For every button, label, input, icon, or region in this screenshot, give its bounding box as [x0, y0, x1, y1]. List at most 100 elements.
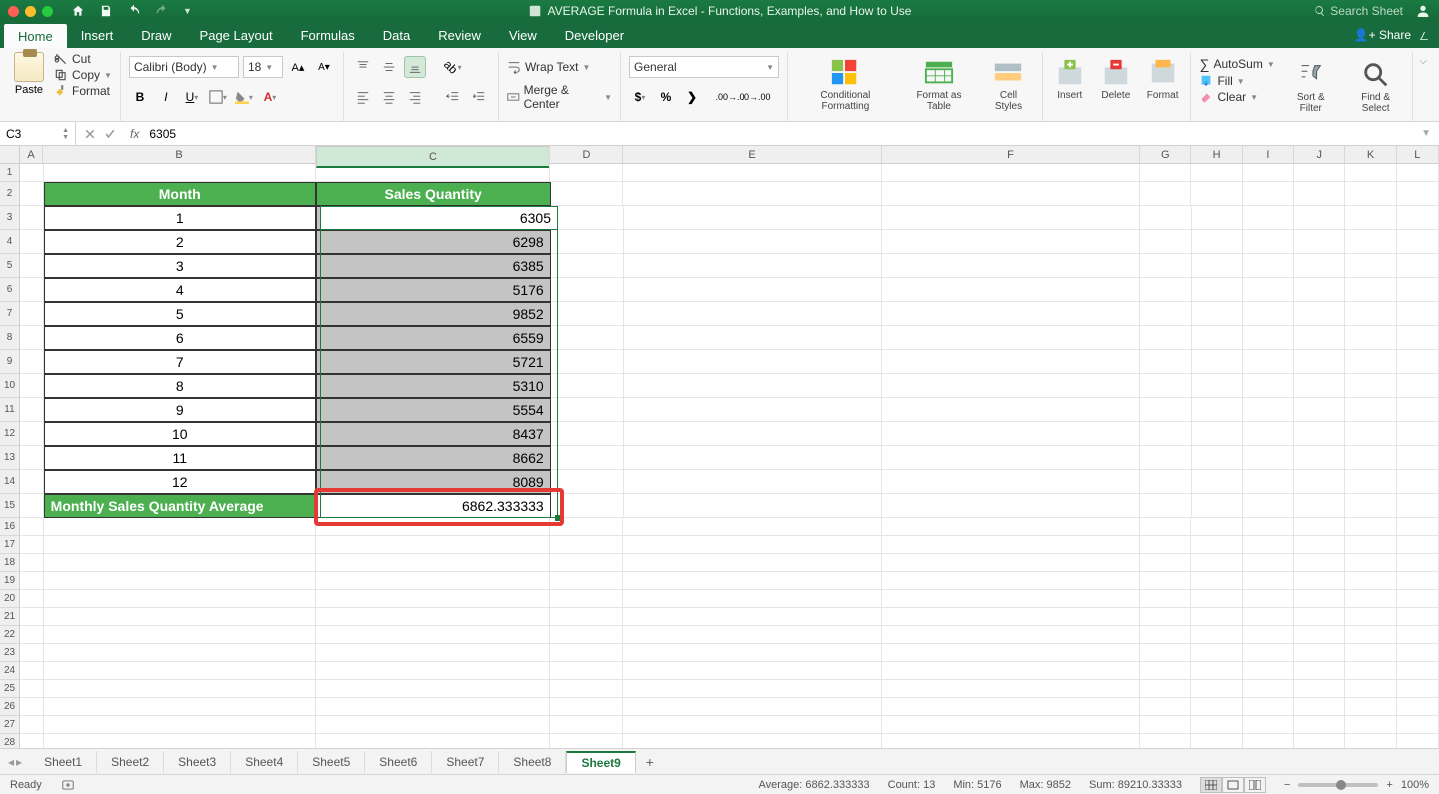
- name-box[interactable]: C3▲▼: [0, 122, 76, 145]
- redo-icon[interactable]: [155, 4, 169, 18]
- formula-input[interactable]: 6305: [145, 127, 176, 141]
- number-format-select[interactable]: General▼: [629, 56, 779, 78]
- merge-center-button[interactable]: Merge & Center ▼: [507, 83, 612, 111]
- home-icon[interactable]: [71, 4, 85, 18]
- find-select-button[interactable]: Find & Select: [1347, 52, 1405, 121]
- share-button[interactable]: 👤+ Share: [1354, 28, 1411, 42]
- font-size-select[interactable]: 18▼: [243, 56, 283, 78]
- normal-view-icon[interactable]: [1200, 777, 1222, 793]
- cell-month-9[interactable]: 9: [44, 398, 316, 422]
- row-header-3[interactable]: 3: [0, 206, 20, 230]
- tab-data[interactable]: Data: [369, 22, 424, 48]
- align-top-icon[interactable]: [352, 56, 374, 78]
- cut-button[interactable]: Cut: [54, 52, 112, 66]
- zoom-out-icon[interactable]: −: [1284, 779, 1290, 791]
- row-header-22[interactable]: 22: [0, 626, 20, 644]
- fill-color-button[interactable]: ▾: [233, 86, 255, 108]
- col-header-I[interactable]: I: [1243, 146, 1294, 163]
- align-bottom-icon[interactable]: [404, 56, 426, 78]
- increase-font-icon[interactable]: A▴: [287, 56, 309, 78]
- cell-month-11[interactable]: 11: [44, 446, 316, 470]
- cell-month-8[interactable]: 8: [44, 374, 316, 398]
- row-header-2[interactable]: 2: [0, 182, 20, 206]
- decrease-decimal-icon[interactable]: .0→.00: [745, 86, 767, 108]
- cell-month-7[interactable]: 7: [44, 350, 316, 374]
- row-header-8[interactable]: 8: [0, 326, 20, 350]
- bold-button[interactable]: B: [129, 86, 151, 108]
- accept-formula-icon[interactable]: [104, 128, 116, 140]
- user-icon[interactable]: [1415, 3, 1431, 19]
- save-icon[interactable]: [99, 4, 113, 18]
- sheet-tab-sheet2[interactable]: Sheet2: [97, 751, 164, 773]
- formula-bar-expand-icon[interactable]: ▼: [1421, 128, 1439, 139]
- italic-button[interactable]: I: [155, 86, 177, 108]
- col-header-L[interactable]: L: [1397, 146, 1439, 163]
- col-header-F[interactable]: F: [882, 146, 1140, 163]
- header-month[interactable]: Month: [44, 182, 316, 206]
- col-header-H[interactable]: H: [1191, 146, 1242, 163]
- clear-button[interactable]: Clear ▼: [1199, 90, 1274, 104]
- qat-dropdown-icon[interactable]: ▼: [183, 6, 192, 16]
- border-button[interactable]: ▾: [207, 86, 229, 108]
- conditional-formatting-button[interactable]: Conditional Formatting: [796, 56, 895, 114]
- tab-view[interactable]: View: [495, 22, 551, 48]
- sheet-tab-sheet3[interactable]: Sheet3: [164, 751, 231, 773]
- col-header-G[interactable]: G: [1140, 146, 1191, 163]
- cell-month-3[interactable]: 3: [44, 254, 316, 278]
- underline-button[interactable]: U▾: [181, 86, 203, 108]
- macro-recorder-icon[interactable]: [60, 778, 76, 792]
- spreadsheet-grid[interactable]: ABCDEFGHIJKL 12MonthSales Quantity316305…: [0, 146, 1439, 748]
- row-header-7[interactable]: 7: [0, 302, 20, 326]
- row-header-6[interactable]: 6: [0, 278, 20, 302]
- sheet-tab-sheet9[interactable]: Sheet9: [566, 751, 635, 773]
- sheet-tab-sheet6[interactable]: Sheet6: [365, 751, 432, 773]
- sheet-tab-sheet5[interactable]: Sheet5: [298, 751, 365, 773]
- align-right-icon[interactable]: [404, 86, 426, 108]
- insert-cells-button[interactable]: Insert: [1051, 56, 1089, 103]
- fill-button[interactable]: Fill ▼: [1199, 74, 1274, 88]
- row-header-1[interactable]: 1: [0, 164, 20, 182]
- cell-month-4[interactable]: 4: [44, 278, 316, 302]
- row-header-4[interactable]: 4: [0, 230, 20, 254]
- sort-filter-button[interactable]: Sort & Filter: [1285, 52, 1337, 121]
- search-sheet[interactable]: Search Sheet: [1314, 4, 1403, 18]
- zoom-control[interactable]: − + 100%: [1284, 779, 1429, 791]
- paste-button[interactable]: Paste: [15, 84, 43, 96]
- sheet-tab-sheet1[interactable]: Sheet1: [30, 751, 97, 773]
- cell-month-2[interactable]: 2: [44, 230, 316, 254]
- tab-formulas[interactable]: Formulas: [287, 22, 369, 48]
- undo-icon[interactable]: [127, 4, 141, 18]
- page-break-view-icon[interactable]: [1244, 777, 1266, 793]
- active-cell[interactable]: 6305: [320, 206, 558, 230]
- row-header-14[interactable]: 14: [0, 470, 20, 494]
- autosum-button[interactable]: ∑AutoSum ▼: [1199, 56, 1274, 72]
- row-header-12[interactable]: 12: [0, 422, 20, 446]
- row-header-13[interactable]: 13: [0, 446, 20, 470]
- row-header-18[interactable]: 18: [0, 554, 20, 572]
- cell-month-1[interactable]: 1: [44, 206, 316, 230]
- orientation-icon[interactable]: ab▾: [442, 56, 464, 78]
- col-header-J[interactable]: J: [1294, 146, 1345, 163]
- tab-page-layout[interactable]: Page Layout: [186, 22, 287, 48]
- col-header-B[interactable]: B: [43, 146, 315, 163]
- tab-draw[interactable]: Draw: [127, 22, 185, 48]
- delete-cells-button[interactable]: Delete: [1097, 56, 1135, 103]
- sheet-tab-sheet4[interactable]: Sheet4: [231, 751, 298, 773]
- paste-icon[interactable]: [14, 52, 44, 82]
- col-header-E[interactable]: E: [623, 146, 881, 163]
- add-sheet-button[interactable]: +: [636, 754, 664, 770]
- row-header-24[interactable]: 24: [0, 662, 20, 680]
- format-painter-button[interactable]: Format: [54, 84, 112, 98]
- align-left-icon[interactable]: [352, 86, 374, 108]
- row-header-11[interactable]: 11: [0, 398, 20, 422]
- row-header-19[interactable]: 19: [0, 572, 20, 590]
- row-header-28[interactable]: 28: [0, 734, 20, 748]
- footer-label[interactable]: Monthly Sales Quantity Average: [44, 494, 316, 518]
- sheet-nav-first-icon[interactable]: ◂: [8, 755, 14, 769]
- increase-indent-icon[interactable]: [468, 86, 490, 108]
- cell-month-6[interactable]: 6: [44, 326, 316, 350]
- collapse-ribbon-icon[interactable]: ㄥ: [1419, 28, 1429, 43]
- sheet-nav-last-icon[interactable]: ▸: [16, 755, 22, 769]
- cancel-formula-icon[interactable]: [84, 128, 96, 140]
- copy-button[interactable]: Copy ▼: [54, 68, 112, 82]
